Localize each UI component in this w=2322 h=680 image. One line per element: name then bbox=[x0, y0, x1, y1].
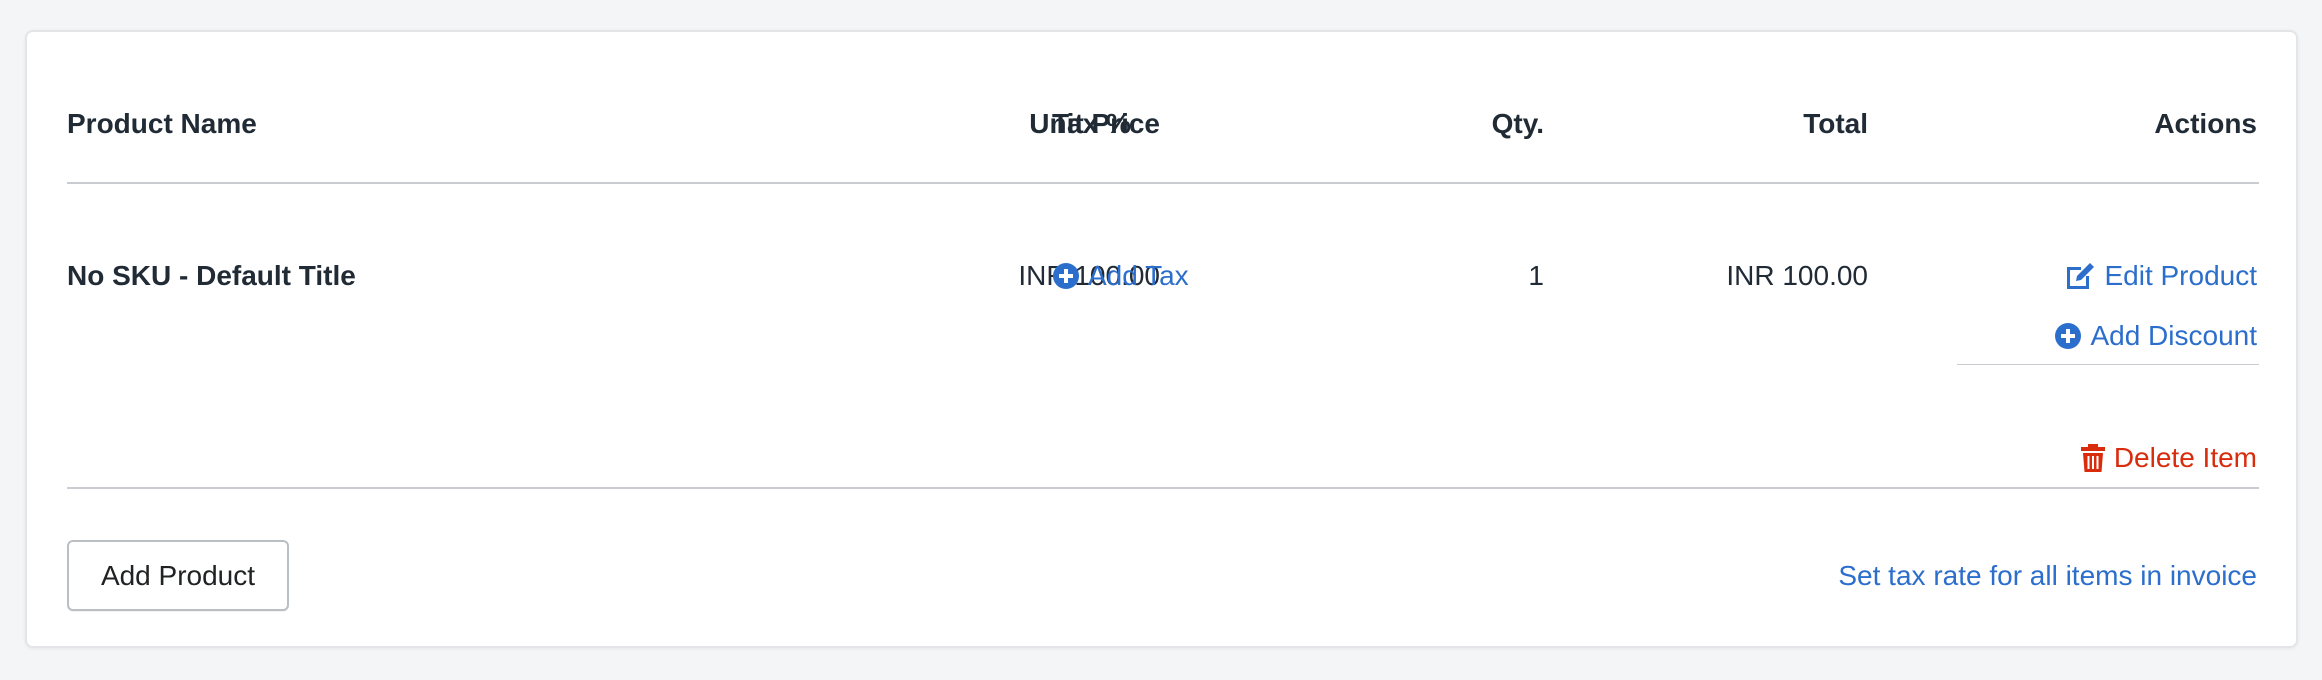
header-qty: Qty. bbox=[1491, 108, 1544, 139]
add-product-button[interactable]: Add Product bbox=[67, 540, 289, 611]
plus-circle-icon bbox=[2054, 322, 2082, 350]
plus-circle-icon bbox=[1052, 262, 1080, 290]
edit-product-link[interactable]: Edit Product bbox=[2064, 258, 2257, 294]
add-tax-link[interactable]: Add Tax bbox=[1052, 258, 1189, 294]
product-name: No SKU - Default Title bbox=[67, 260, 356, 291]
header-product-name: Product Name bbox=[67, 108, 257, 139]
quantity: 1 bbox=[1528, 260, 1544, 291]
line-items-card: Product Name Unit Price Tax % Qty. Total… bbox=[25, 30, 2298, 648]
actions-divider bbox=[1957, 364, 2259, 365]
header-divider bbox=[67, 182, 2259, 184]
line-total: INR 100.00 bbox=[1726, 260, 1868, 291]
set-tax-rate-link[interactable]: Set tax rate for all items in invoice bbox=[1838, 558, 2257, 594]
header-actions: Actions bbox=[2154, 108, 2257, 139]
add-tax-label: Add Tax bbox=[1088, 260, 1189, 291]
header-total: Total bbox=[1803, 108, 1868, 139]
row-divider bbox=[67, 487, 2259, 489]
header-tax: Tax % bbox=[1052, 108, 1131, 139]
trash-icon bbox=[2080, 443, 2106, 473]
delete-item-label: Delete Item bbox=[2113, 442, 2257, 473]
edit-icon bbox=[2064, 261, 2096, 291]
edit-product-label: Edit Product bbox=[2104, 260, 2257, 291]
delete-item-link[interactable]: Delete Item bbox=[2080, 440, 2257, 476]
add-discount-link[interactable]: Add Discount bbox=[2054, 318, 2257, 354]
add-discount-label: Add Discount bbox=[2090, 320, 2257, 351]
